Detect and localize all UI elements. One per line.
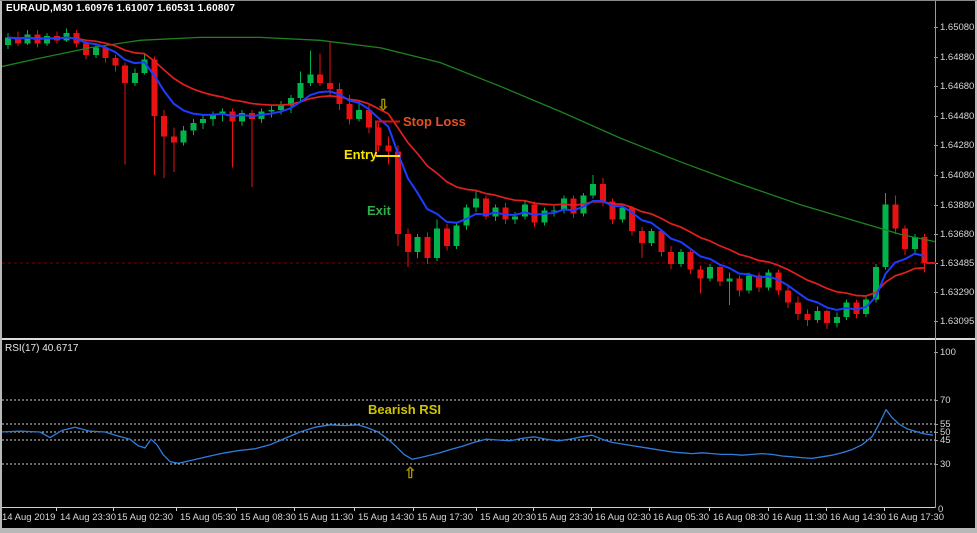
time-tick-mark <box>476 507 477 511</box>
price-tick-label: 1.64080 <box>940 170 975 181</box>
price-tick-label: 1.63485 <box>940 258 975 270</box>
window-border-left <box>0 0 2 533</box>
current-price-axis-tick <box>926 262 936 264</box>
rsi-tick-mark <box>934 424 938 425</box>
price-tick-mark <box>934 204 938 206</box>
price-tick-mark <box>934 175 938 176</box>
time-tick-mark <box>884 507 885 511</box>
time-tick-mark <box>113 507 114 511</box>
rsi-indicator-line <box>0 408 934 464</box>
time-axis-label: 15 Aug 20:30 <box>480 512 536 523</box>
price-tick-label: 1.63290 <box>940 286 975 298</box>
price-tick-label: 1.64280 <box>940 140 975 152</box>
time-axis-label: 16 Aug 11:30 <box>772 512 828 523</box>
price-tick-label: 1.63880 <box>940 199 975 211</box>
rsi-level-lines <box>2 399 935 465</box>
price-tick-label: 1.65080 <box>940 22 975 33</box>
time-tick-mark <box>176 507 177 511</box>
time-tick-mark <box>354 507 355 511</box>
pane-separator[interactable] <box>0 338 977 340</box>
rsi-tick-mark <box>934 352 938 353</box>
time-axis-label: 16 Aug 02:30 <box>595 512 651 523</box>
entry-annotation[interactable]: Entry <box>344 147 377 162</box>
window-border-bottom <box>0 528 977 533</box>
rsi-signal-arrow-icon[interactable]: ⇧ <box>404 466 417 481</box>
time-tick-mark <box>649 507 650 511</box>
time-tick-mark <box>533 507 534 511</box>
price-tick-label: 1.64480 <box>940 110 975 122</box>
time-tick-mark <box>591 507 592 511</box>
rsi-tick-label: 70 <box>940 395 951 406</box>
time-axis-label: 16 Aug 17:30 <box>888 512 944 523</box>
time-tick-mark <box>768 507 769 511</box>
rsi-tick-label: 45 <box>940 435 951 446</box>
time-axis-separator <box>0 507 936 508</box>
time-axis-label: 16 Aug 14:30 <box>830 512 886 523</box>
price-tick-mark <box>934 115 938 117</box>
time-axis-label: 14 Aug 23:30 <box>60 512 116 523</box>
price-tick-label: 1.63680 <box>940 229 975 241</box>
rsi-tick-mark <box>934 440 938 441</box>
time-axis-label: 16 Aug 08:30 <box>713 512 769 523</box>
rsi-indicator-label: RSI(17) 40.6717 <box>5 343 79 354</box>
time-tick-mark <box>826 507 827 511</box>
rsi-tick-mark <box>934 464 938 465</box>
time-axis-label: 15 Aug 11:30 <box>298 512 354 523</box>
chart-window: EURAUD,M30 1.60976 1.61007 1.60531 1.608… <box>0 0 977 533</box>
price-tick-mark <box>934 56 938 58</box>
rsi-tick-mark <box>934 432 938 433</box>
rsi-tick-label: 30 <box>940 459 951 470</box>
exit-annotation[interactable]: Exit <box>367 203 391 218</box>
time-axis-label: 15 Aug 02:30 <box>117 512 173 523</box>
time-tick-mark <box>56 507 57 511</box>
price-tick-mark <box>934 234 938 236</box>
price-tick-mark <box>934 320 938 322</box>
time-axis-label: 16 Aug 05:30 <box>653 512 709 523</box>
time-axis-label: 14 Aug 2019 <box>2 512 56 523</box>
price-tick-mark <box>934 291 938 293</box>
price-tick-mark <box>934 86 938 88</box>
price-tick-label: 1.63095 <box>940 315 975 327</box>
rsi-pane[interactable] <box>0 0 977 533</box>
time-tick-mark <box>294 507 295 511</box>
rsi-zero-label: 0 <box>938 504 944 515</box>
time-tick-mark <box>709 507 710 511</box>
price-tick-mark <box>934 145 938 147</box>
time-axis-label: 15 Aug 05:30 <box>180 512 236 523</box>
rsi-tick-mark <box>934 400 938 401</box>
time-axis-label: 15 Aug 14:30 <box>358 512 414 523</box>
price-tick-label: 1.64680 <box>940 81 975 93</box>
time-tick-mark <box>413 507 414 511</box>
window-border-top <box>0 0 977 1</box>
time-tick-mark <box>236 507 237 511</box>
price-tick-label: 1.64880 <box>940 51 975 63</box>
time-axis-label: 15 Aug 17:30 <box>417 512 473 523</box>
sell-signal-arrow-icon[interactable]: ⇩ <box>377 98 390 113</box>
time-axis-label: 15 Aug 08:30 <box>240 512 296 523</box>
price-tick-mark <box>934 27 938 28</box>
chart-title-overlay: EURAUD,M30 1.60976 1.61007 1.60531 1.608… <box>6 3 236 14</box>
rsi-tick-label: 100 <box>940 347 956 358</box>
stop-loss-annotation[interactable]: Stop Loss <box>403 114 466 129</box>
bearish-rsi-annotation[interactable]: Bearish RSI <box>368 402 441 417</box>
time-axis-label: 15 Aug 23:30 <box>537 512 593 523</box>
